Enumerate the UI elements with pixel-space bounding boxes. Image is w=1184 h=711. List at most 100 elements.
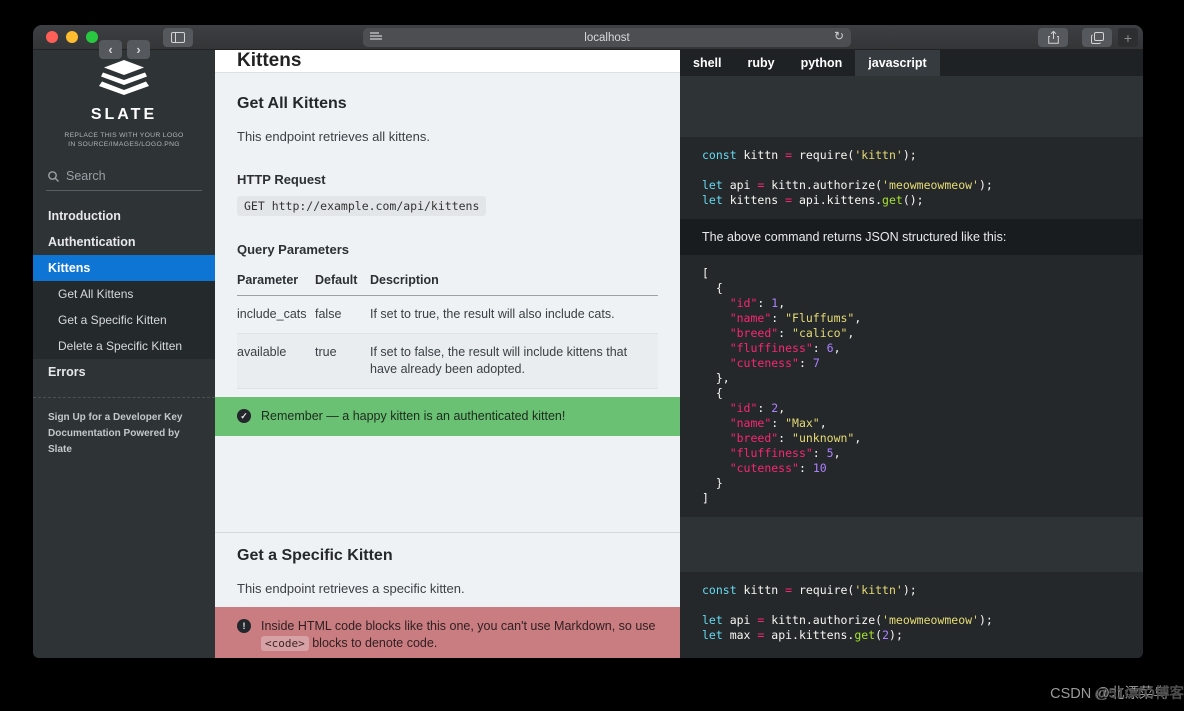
inline-code-chip: <code> (261, 636, 309, 651)
sidebar-icon (171, 32, 185, 43)
slate-logo-icon (98, 60, 150, 100)
minimize-window-button[interactable] (66, 31, 78, 43)
code-line: "id": 2, (729, 401, 786, 415)
traffic-lights (46, 31, 98, 43)
watermark: CSDN @北漂菜鸟 @51CTO博客 (964, 683, 1184, 703)
language-tabbar: shell ruby python javascript (680, 50, 1143, 76)
code-line: let api = kittn.authorize('meowmeowmeow'… (702, 178, 993, 192)
query-parameters-table: Parameter Default Description include_cats… (237, 267, 658, 389)
code-line: let kittens = api.kittens.get(); (702, 193, 924, 207)
back-icon: ‹ (108, 41, 113, 57)
sidebar-item-introduction[interactable]: Introduction (33, 203, 215, 229)
sidebar-item-kittens[interactable]: Kittens (33, 255, 215, 281)
code-line: "name": "Max", (729, 416, 827, 430)
table-cell: If set to false, the result will include… (370, 345, 628, 376)
sidebar-item-errors[interactable]: Errors (33, 359, 215, 385)
code-block-json-response: [ { "id": 1, "name": "Fluffums", "breed"… (680, 255, 1143, 517)
code-annotation: The above command returns JSON structure… (680, 219, 1143, 255)
tab-javascript[interactable]: javascript (855, 50, 940, 76)
warning-callout: ! Inside HTML code blocks like this one,… (215, 607, 680, 658)
tabs-icon (1090, 31, 1104, 44)
sidebar-toggle-button[interactable] (163, 28, 193, 47)
table-header-row: Parameter Default Description (237, 267, 658, 296)
http-request-heading: HTTP Request (237, 172, 326, 187)
page-title-band: Kittens (215, 50, 680, 73)
forward-button[interactable]: › (127, 40, 150, 59)
plus-icon: + (1123, 29, 1133, 46)
url-text: localhost (584, 31, 630, 44)
tab-ruby[interactable]: ruby (735, 50, 788, 76)
code-line: ] (702, 491, 709, 505)
check-circle-icon: ✓ (237, 409, 251, 423)
success-callout: ✓ Remember — a happy kitten is an authen… (215, 397, 680, 436)
success-callout-text: Remember — a happy kitten is an authenti… (261, 409, 566, 423)
panel-gap (680, 517, 1143, 572)
new-tab-button[interactable]: + (1118, 28, 1138, 47)
code-line: let api = kittn.authorize('meowmeowmeow'… (702, 613, 993, 627)
code-block-request: const kittn = require('kittn'); let api … (680, 137, 1143, 219)
share-icon (1047, 31, 1059, 44)
address-bar[interactable]: localhost ↻ (363, 28, 851, 47)
signup-link[interactable]: Sign Up for a Developer Key (48, 410, 200, 426)
back-button[interactable]: ‹ (99, 40, 122, 59)
refresh-icon[interactable]: ↻ (834, 29, 844, 43)
table-cell: available (237, 345, 287, 359)
sidebar-footer: Sign Up for a Developer Key Documentatio… (33, 397, 215, 470)
search-placeholder: Search (66, 169, 106, 183)
code-line: "fluffiness": 6, (729, 341, 841, 355)
table-header-cell: Description (370, 267, 658, 296)
sidebar-item-authentication[interactable]: Authentication (33, 229, 215, 255)
sidebar: SLATE REPLACE THIS WITH YOUR LOGO IN SOU… (33, 50, 215, 658)
browser-titlebar: ‹ › localhost ↻ + (33, 25, 1143, 59)
code-line: [ (702, 266, 709, 280)
forward-icon: › (136, 41, 141, 57)
section-heading-get-specific-kitten: Get a Specific Kitten (237, 547, 393, 564)
sidebar-subitem-delete-a-specific-kitten[interactable]: Delete a Specific Kitten (33, 333, 215, 359)
page-title: Kittens (237, 50, 302, 71)
browser-window: ‹ › localhost ↻ + SLATE REPLACE THIS WIT… (33, 25, 1143, 658)
code-line: { (702, 281, 723, 295)
table-header-cell: Parameter (237, 267, 315, 296)
code-line: }, (702, 371, 730, 385)
http-request-code: GET http://example.com/api/kittens (237, 196, 487, 216)
51cto-watermark-text: @51CTO博客 (1094, 686, 1184, 702)
code-line: } (702, 476, 723, 490)
table-row: available true If set to false, the result… (237, 333, 658, 389)
sidebar-subitem-get-a-specific-kitten[interactable]: Get a Specific Kitten (33, 307, 215, 333)
sidebar-subitem-get-all-kittens[interactable]: Get All Kittens (33, 281, 215, 307)
logo-block: SLATE REPLACE THIS WITH YOUR LOGO IN SOU… (33, 50, 215, 149)
docs-column: Kittens Get All Kittens This endpoint re… (215, 50, 680, 658)
code-line: const kittn = require('kittn'); (702, 583, 917, 597)
close-window-button[interactable] (46, 31, 58, 43)
share-button[interactable] (1038, 28, 1068, 47)
code-line: "cuteness": 7 (729, 356, 820, 370)
table-row: include_cats false If set to true, the res… (237, 296, 658, 334)
search-input[interactable]: Search (46, 167, 202, 191)
tab-overview-button[interactable] (1082, 28, 1112, 47)
code-line: "id": 1, (729, 296, 786, 310)
sidebar-nav: Introduction Authentication Kittens Get All… (33, 203, 215, 385)
table-header-cell: Default (315, 267, 370, 296)
exclamation-circle-icon: ! (237, 619, 251, 633)
section-intro: This endpoint retrieves all kittens. (237, 129, 430, 144)
code-block-get-specific: const kittn = require('kittn'); let api … (680, 572, 1143, 658)
code-line: "cuteness": 10 (729, 461, 827, 475)
tab-shell[interactable]: shell (680, 50, 735, 76)
zoom-window-button[interactable] (86, 31, 98, 43)
table-body: include_cats false If set to true, the res… (237, 296, 658, 389)
sidebar-subnav: Get All Kittens Get a Specific Kitten Dele… (33, 281, 215, 359)
section2-intro: This endpoint retrieves a specific kitte… (237, 581, 465, 596)
panel-gap (680, 76, 1143, 137)
logo-caption: REPLACE THIS WITH YOUR LOGO IN SOURCE/IM… (64, 132, 184, 148)
code-line: "fluffiness": 5, (729, 446, 841, 460)
reader-view-icon[interactable] (370, 32, 382, 42)
code-line: { (702, 386, 723, 400)
table-cell: include_cats (237, 307, 307, 321)
powered-by-link[interactable]: Documentation Powered by Slate (48, 426, 200, 458)
code-line: const kittn = require('kittn'); (702, 148, 917, 162)
code-panel: shell ruby python javascript const kittn = … (680, 50, 1143, 658)
code-line: let max = api.kittens.get(2); (702, 628, 903, 642)
tab-python[interactable]: python (788, 50, 856, 76)
